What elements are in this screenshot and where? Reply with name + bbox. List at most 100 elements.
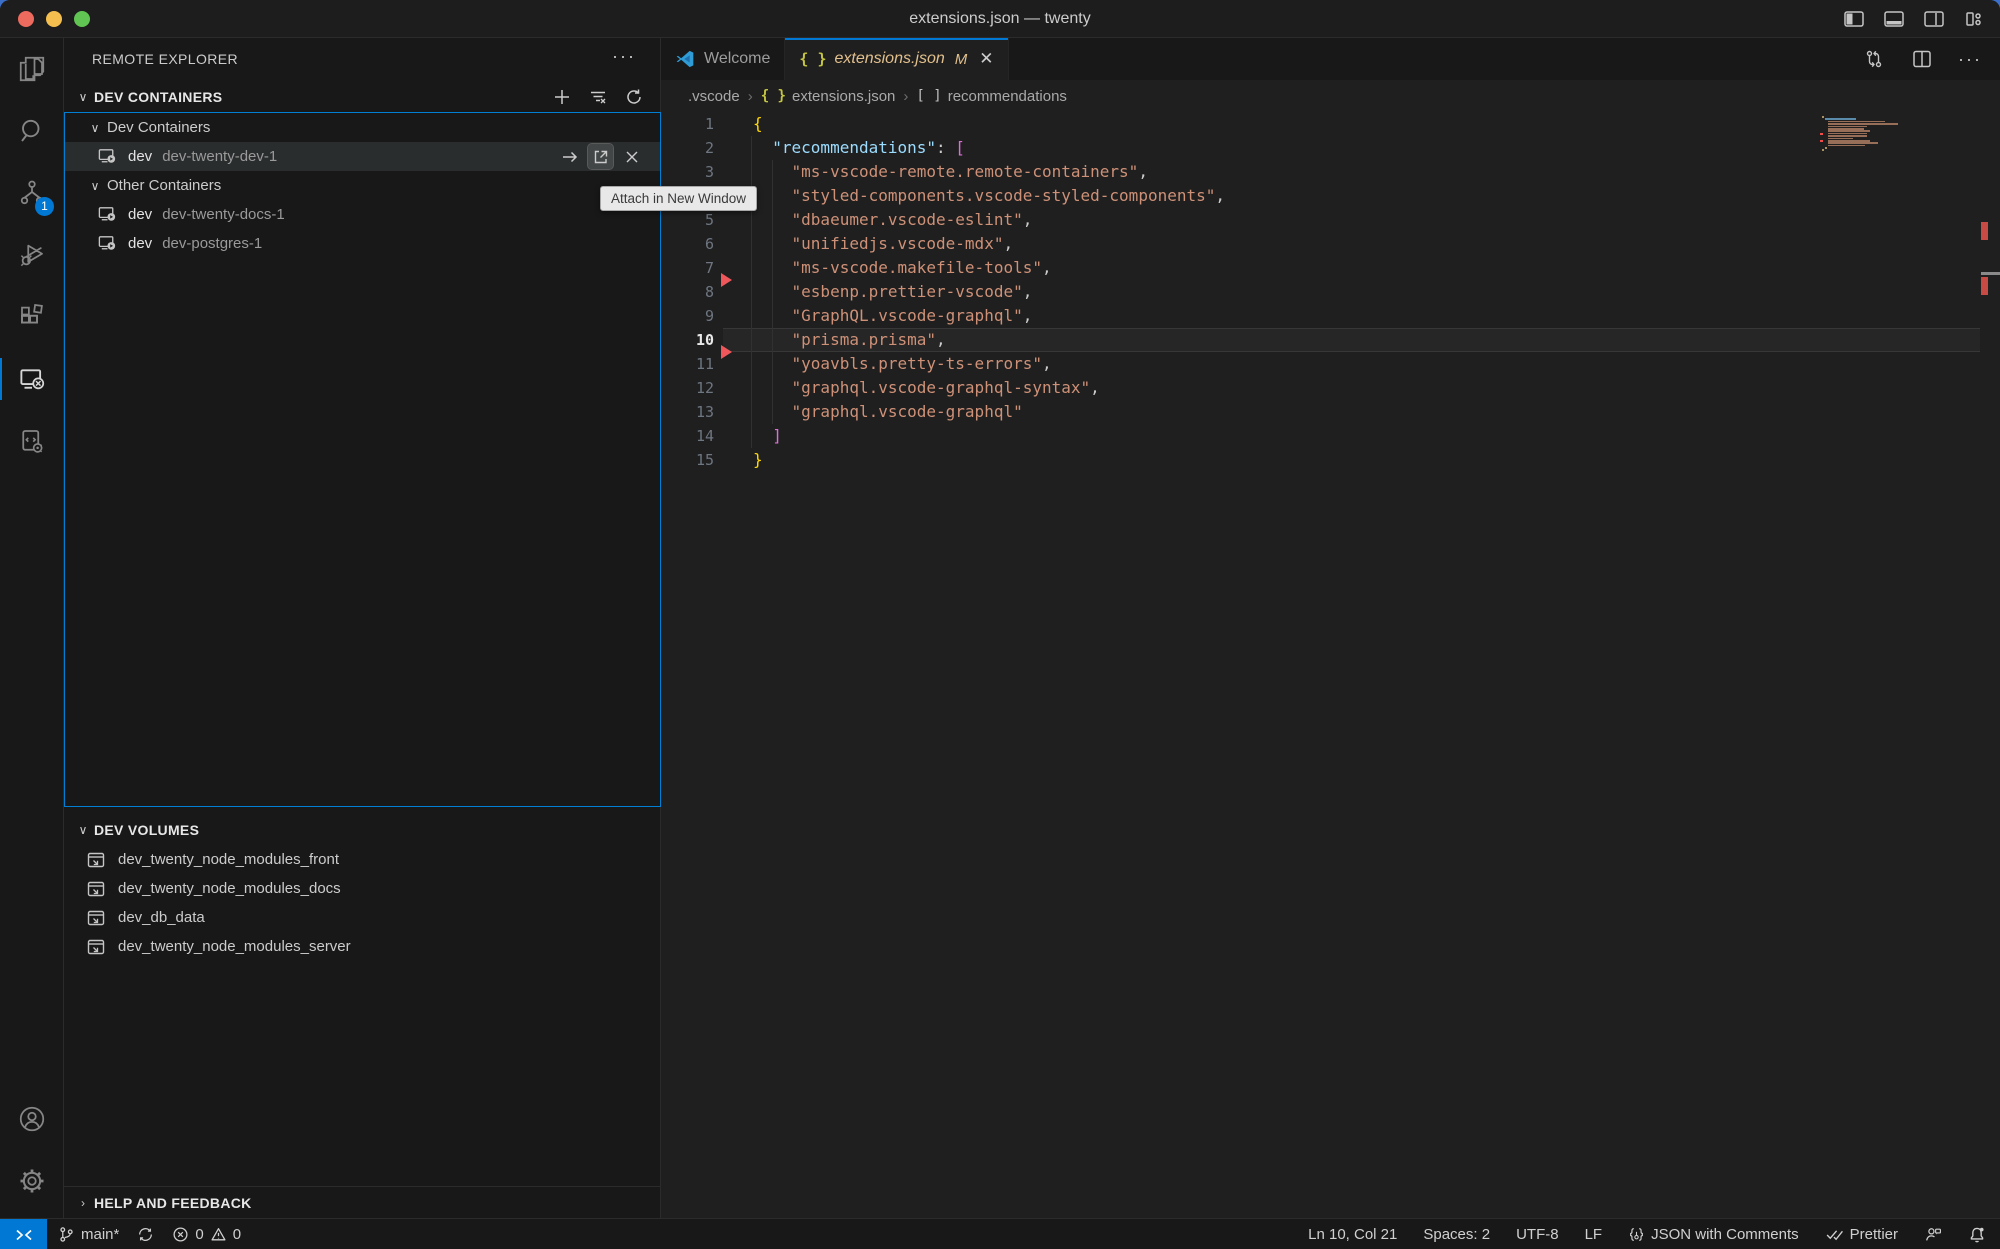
notifications-bell-icon[interactable] (1968, 1226, 1986, 1244)
problems-status[interactable]: 0 0 (172, 1226, 241, 1243)
breadcrumb-separator: › (903, 88, 908, 105)
more-actions-icon[interactable]: ··· (1958, 47, 1982, 71)
settings-gear-icon[interactable] (0, 1150, 64, 1212)
tree-item-dev-twenty-docs-1[interactable]: dev dev-twenty-docs-1 (65, 200, 660, 229)
code-line[interactable]: 8 "esbenp.prettier-vscode", (661, 280, 2000, 304)
code-text: "dbaeumer.vscode-eslint", (753, 208, 1032, 232)
ruler-cursor-mark (1981, 272, 2000, 275)
search-icon[interactable] (0, 100, 64, 162)
source-control-icon[interactable]: 1 (0, 162, 64, 224)
open-changes-icon[interactable] (1862, 47, 1886, 71)
line-number[interactable]: 9 (661, 304, 714, 328)
attach-in-new-window-icon[interactable] (588, 144, 613, 169)
line-number[interactable]: 8 (661, 280, 714, 304)
volume-item[interactable]: dev_twenty_node_modules_docs (64, 874, 660, 903)
chevron-right-icon: › (72, 1196, 94, 1210)
code-line[interactable]: 9 "GraphQL.vscode-graphql", (661, 304, 2000, 328)
tree-group-other-containers[interactable]: ∨ Other Containers (65, 171, 660, 200)
tree-item-dev-postgres-1[interactable]: dev dev-postgres-1 (65, 229, 660, 258)
code-line[interactable]: 12 "graphql.vscode-graphql-syntax", (661, 376, 2000, 400)
container-tools-icon[interactable] (0, 410, 64, 472)
code-line[interactable]: 7 "ms-vscode.makefile-tools", (661, 256, 2000, 280)
volume-icon (86, 850, 106, 870)
indentation-status[interactable]: Spaces: 2 (1423, 1226, 1490, 1243)
code-text: } (753, 448, 763, 472)
close-tab-icon[interactable]: ✕ (979, 49, 993, 69)
customize-layout-icon[interactable] (1962, 7, 1986, 31)
remote-explorer-icon[interactable] (0, 348, 64, 410)
code-line[interactable]: 11 "yoavbls.pretty-ts-errors", (661, 352, 2000, 376)
code-line[interactable]: 13 "graphql.vscode-graphql" (661, 400, 2000, 424)
code-line[interactable]: 14 ] (661, 424, 2000, 448)
line-number[interactable]: 13 (661, 400, 714, 424)
line-number[interactable]: 5 (661, 208, 714, 232)
cursor-position-status[interactable]: Ln 10, Col 21 (1308, 1226, 1397, 1243)
tab-extensions-json[interactable]: { } extensions.json M ✕ (785, 38, 1008, 80)
code-line[interactable]: 4 "styled-components.vscode-styled-compo… (661, 184, 2000, 208)
line-number[interactable]: 3 (661, 160, 714, 184)
tab-welcome[interactable]: Welcome (661, 38, 785, 80)
tab-label: extensions.json (834, 50, 944, 68)
sync-changes-button[interactable] (137, 1226, 154, 1243)
breadcrumb-folder[interactable]: .vscode (688, 88, 740, 105)
chevron-down-icon: ∨ (72, 823, 94, 837)
filter-icon[interactable] (586, 85, 610, 109)
ruler-error-mark (1981, 222, 1988, 240)
code-editor[interactable]: 1{2 "recommendations": [3 "ms-vscode-rem… (661, 112, 2000, 1218)
sidebar-more-actions-icon[interactable]: ··· (612, 46, 636, 67)
encoding-status[interactable]: UTF-8 (1516, 1226, 1559, 1243)
code-text: "unifiedjs.vscode-mdx", (753, 232, 1013, 256)
feedback-icon[interactable] (1924, 1226, 1942, 1243)
line-number[interactable]: 2 (661, 136, 714, 160)
code-line[interactable]: 3 "ms-vscode-remote.remote-containers", (661, 160, 2000, 184)
chevron-down-icon: ∨ (85, 179, 105, 193)
dev-volumes-section-header[interactable]: ∨ DEV VOLUMES (64, 815, 660, 845)
code-line[interactable]: 15} (661, 448, 2000, 472)
formatter-status[interactable]: Prettier (1825, 1226, 1898, 1243)
toggle-secondary-sidebar-icon[interactable] (1922, 7, 1946, 31)
refresh-icon[interactable] (622, 85, 646, 109)
line-number[interactable]: 10 (661, 328, 714, 352)
line-number[interactable]: 1 (661, 112, 714, 136)
line-number[interactable]: 14 (661, 424, 714, 448)
code-text: "yoavbls.pretty-ts-errors", (753, 352, 1052, 376)
accounts-icon[interactable] (0, 1088, 64, 1150)
code-line[interactable]: 10 "prisma.prisma", (661, 328, 2000, 352)
new-container-button[interactable] (550, 85, 574, 109)
code-line[interactable]: 6 "unifiedjs.vscode-mdx", (661, 232, 2000, 256)
code-text: "graphql.vscode-graphql-syntax", (753, 376, 1100, 400)
toggle-panel-icon[interactable] (1882, 7, 1906, 31)
minimap[interactable] (1822, 116, 1898, 152)
split-editor-icon[interactable] (1910, 47, 1934, 71)
code-line[interactable]: 5 "dbaeumer.vscode-eslint", (661, 208, 2000, 232)
overview-ruler[interactable] (1981, 112, 2000, 1218)
git-branch-status[interactable]: main* (58, 1226, 119, 1243)
tree-item-dev-twenty-dev-1[interactable]: dev dev-twenty-dev-1 (65, 142, 660, 171)
toggle-primary-sidebar-icon[interactable] (1842, 7, 1866, 31)
code-line[interactable]: 2 "recommendations": [ (661, 136, 2000, 160)
line-number[interactable]: 6 (661, 232, 714, 256)
volume-item[interactable]: dev_db_data (64, 903, 660, 932)
stop-container-icon[interactable] (619, 144, 644, 169)
tree-group-dev-containers[interactable]: ∨ Dev Containers (65, 113, 660, 142)
remote-indicator[interactable] (0, 1219, 47, 1249)
eol-status[interactable]: LF (1585, 1226, 1603, 1243)
breadcrumb-file[interactable]: extensions.json (792, 88, 895, 105)
extensions-icon[interactable] (0, 286, 64, 348)
line-number[interactable]: 7 (661, 256, 714, 280)
error-count: 0 (195, 1226, 203, 1243)
line-number[interactable]: 12 (661, 376, 714, 400)
line-number[interactable]: 11 (661, 352, 714, 376)
volume-item[interactable]: dev_twenty_node_modules_front (64, 845, 660, 874)
explorer-icon[interactable] (0, 38, 64, 100)
json-braces-icon: { } (761, 88, 786, 104)
attach-container-icon[interactable] (557, 144, 582, 169)
line-number[interactable]: 15 (661, 448, 714, 472)
dev-containers-section-header[interactable]: ∨ DEV CONTAINERS (64, 82, 660, 112)
language-mode-status[interactable]: JSON with Comments (1628, 1226, 1799, 1243)
help-and-feedback-section-header[interactable]: › HELP AND FEEDBACK (64, 1186, 660, 1218)
volume-item[interactable]: dev_twenty_node_modules_server (64, 932, 660, 961)
code-line[interactable]: 1{ (661, 112, 2000, 136)
breadcrumb-symbol[interactable]: recommendations (948, 88, 1067, 105)
run-and-debug-icon[interactable] (0, 224, 64, 286)
